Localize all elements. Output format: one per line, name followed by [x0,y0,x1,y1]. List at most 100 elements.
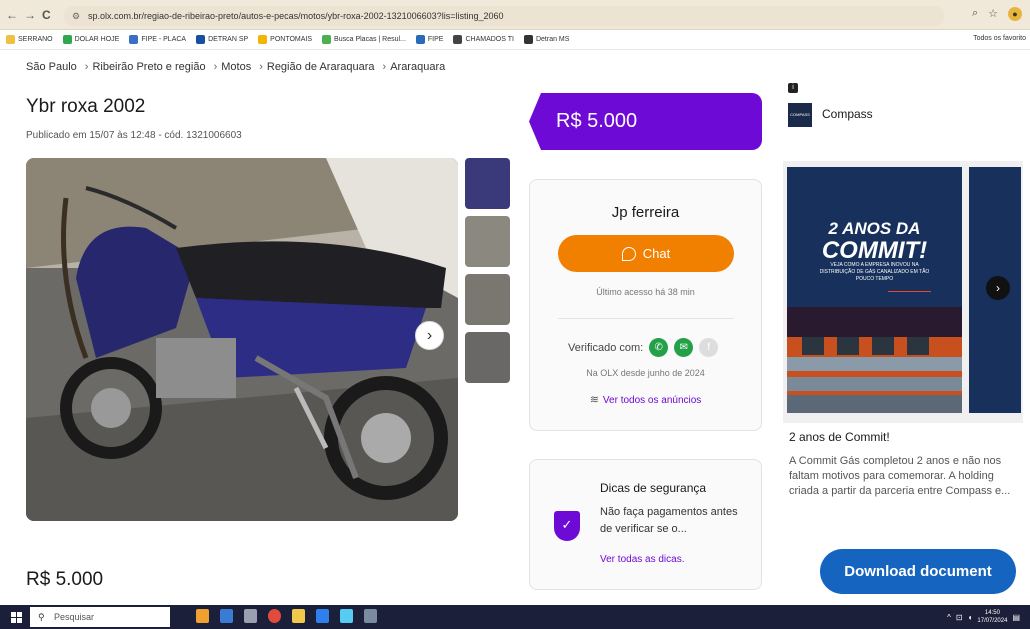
ad-description: A Commit Gás completou 2 anos e não nos … [789,455,1011,497]
network-icon[interactable]: ⊡ [956,613,963,622]
bookmark-item[interactable]: DETRAN SP [196,35,248,44]
bookmark-icon [196,35,206,44]
chevron-up-icon[interactable]: ^ [947,613,951,622]
bookmark-label: Detran MS [535,36,570,43]
published-info: Publicado em 15/07 às 12:48 - cód. 13210… [26,130,242,141]
photo-thumbnail[interactable] [465,216,510,267]
app-icon[interactable] [196,609,209,623]
bookmark-item[interactable]: Busca Placas | Resul... [322,35,406,44]
divider [558,318,734,319]
reload-icon[interactable]: C [42,8,51,22]
download-document-button[interactable]: Download document [820,549,1016,594]
next-photo-button[interactable]: › [415,321,444,350]
ad-next-button[interactable]: › [986,276,1010,300]
back-icon[interactable]: ← [6,8,18,22]
bookmark-label: PONTOMAIS [270,36,313,43]
app-icon[interactable] [364,609,377,623]
bookmark-icon [523,35,533,44]
bookmark-label: DETRAN SP [208,36,249,43]
bookmark-icon [415,35,425,44]
forward-icon[interactable]: → [24,8,36,22]
breadcrumb-item[interactable]: Araraquara [390,61,445,73]
bookmarks-bar: SERRANO DOLAR HOJE FIPE - PLACA DETRAN SP PO… [0,30,1030,50]
breadcrumb-separator: › [382,61,387,73]
all-favorites[interactable]: Todos os favorito [973,35,1026,42]
listing-title: Ybr roxa 2002 [26,96,146,117]
app-icon[interactable] [316,609,329,623]
windows-start-icon[interactable] [11,612,22,623]
main-photo[interactable] [26,158,458,521]
breadcrumb-item[interactable]: São Paulo [26,61,77,73]
breadcrumb-separator: › [213,61,218,73]
app-icon[interactable] [340,609,353,623]
chat-label: Chat [642,246,671,261]
taskbar-search[interactable]: ⚲ Pesquisar [30,607,170,627]
app-icon[interactable] [220,609,233,623]
all-ads-label: Ver todos os anúncios [602,395,702,406]
address-bar[interactable]: ⚙ sp.olx.com.br/regiao-de-ribeirao-preto… [64,6,944,26]
price-banner: R$ 5.000 [529,93,762,150]
advertiser-name[interactable]: Compass [822,107,873,121]
bookmark-item[interactable]: FIPE [415,35,444,44]
bookmark-item[interactable]: SERRANO [6,35,53,44]
profile-icon[interactable]: ● [1008,7,1022,21]
bookmark-label: FIPE [427,36,444,43]
ad-info-icon[interactable]: i [788,83,798,93]
bookmark-label: FIPE - PLACA [141,36,187,43]
ad-subtext: VEJA COMO A EMPRESA INOVOU NA DISTRIBUIÇ… [819,262,930,282]
app-icon[interactable] [244,609,257,623]
layers-icon: ≋ [589,394,599,406]
site-info-icon[interactable]: ⚙ [72,6,80,26]
ad-image [787,307,962,413]
photo-thumbnail[interactable] [465,274,510,325]
chrome-icon[interactable] [268,609,281,623]
photo-thumbnail[interactable] [465,332,510,383]
star-icon[interactable]: ☆ [988,7,998,21]
folder-icon[interactable] [292,609,305,623]
safety-tips-card: ✓ Dicas de segurança Não faça pagamentos… [529,459,762,590]
safety-text: Não faça pagamentos antes de verificar s… [600,506,738,535]
clock[interactable]: 14:50 17/07/2024 [977,609,1007,625]
all-ads-link[interactable]: ≋ Ver todos os anúncios [530,393,761,406]
bookmark-icon [6,35,15,44]
breadcrumb-item[interactable]: Ribeirão Preto e região [92,61,205,73]
ad-title[interactable]: 2 anos de Commit! [789,430,890,444]
bookmark-item[interactable]: DOLAR HOJE [62,35,119,44]
browser-toolbar: ← → C ⚙ sp.olx.com.br/regiao-de-ribeirao… [0,0,1030,30]
member-since: Na OLX desde junho de 2024 [586,368,705,378]
facebook-icon: f [699,338,719,357]
bookmark-item[interactable]: FIPE - PLACA [129,35,186,44]
notifications-icon[interactable]: ▤ [1012,613,1020,622]
bookmark-icon [258,35,268,44]
bookmark-icon [453,35,463,44]
breadcrumb-item[interactable]: Motos [221,61,251,73]
volume-icon[interactable]: ◖ [968,613,973,622]
ad-headline-2: COMMIT! [821,237,928,264]
bookmark-icon [322,35,332,44]
chat-button[interactable]: Chat [558,235,734,272]
listing-price: R$ 5.000 [26,569,104,590]
verified-row: Verificado com: ✆ ✉ f [568,338,719,357]
breadcrumb-item[interactable]: Região de Araraquara [267,61,375,73]
bookmark-item[interactable]: Detran MS [523,35,570,44]
search-icon: ⚲ [38,612,45,622]
shield-check-icon: ✓ [554,511,580,541]
page-content: São Paulo › Ribeirão Preto e região › Motos ›… [0,50,1030,605]
clock-date: 17/07/2024 [977,618,1008,624]
ad-card[interactable]: 2 ANOS DA COMMIT! VEJA COMO A EMPRESA IN… [787,167,962,413]
ad-headline-1: 2 ANOS DA [828,219,921,238]
phone-verified-icon: ✆ [649,338,669,357]
email-verified-icon: ✉ [674,338,694,357]
bookmark-item[interactable]: CHAMADOS TI [453,35,514,44]
seller-name: Jp ferreira [611,204,680,221]
zoom-icon[interactable]: ⌕ [972,7,978,21]
photo-thumbnail[interactable] [465,158,510,209]
taskbar: ⚲ Pesquisar ^ ⊡ ◖ 14:50 17/07/2024 ▤ [0,605,1030,629]
url-text: sp.olx.com.br/regiao-de-ribeirao-preto/a… [88,11,504,21]
taskbar-search-placeholder: Pesquisar [54,612,95,622]
bookmark-item[interactable]: PONTOMAIS [258,35,312,44]
safety-link[interactable]: Ver todas as dicas. [600,554,685,565]
bookmark-label: Busca Placas | Resul... [334,36,406,43]
safety-title: Dicas de segurança [600,481,707,495]
advertiser-logo[interactable]: COMPASS [788,103,812,127]
